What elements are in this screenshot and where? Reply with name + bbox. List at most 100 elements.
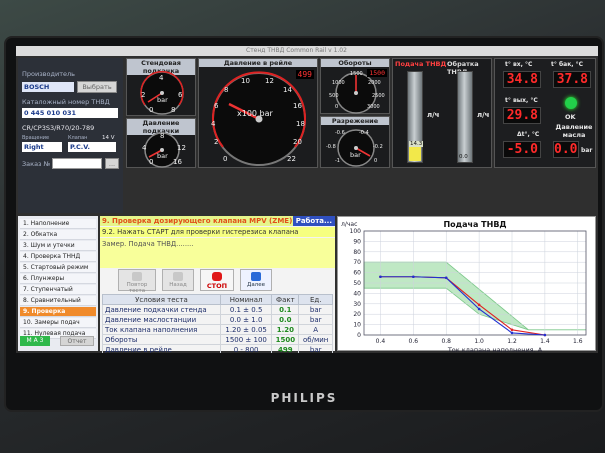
back-arrow-icon [173,272,183,281]
t-tank-label: t° бак, °C [551,61,584,68]
status-indicator: M A 3 [20,336,50,346]
rpm-gauge: Обороты 1500 0 500 1000 1500 2000 2500 3… [320,58,390,114]
series-point [510,331,514,335]
table-cell-cond: Давление маслостанции [102,314,221,325]
window-title: Стенд ТНВД Common Rail v 1.02 [16,46,598,56]
rpm-tick-500: 500 [329,93,339,99]
x-tick-label: 0.4 [376,338,386,345]
table-cell-cond: Обороты [102,334,221,345]
vacuum-tick-minus06: -0.6 [335,130,345,136]
menu-item[interactable]: 3. Шум и утечки [20,241,96,251]
catalog-label: Каталожный номер ТНВД [22,98,110,106]
feed-pressure-dial [140,71,184,115]
supply-pressure-gauge: Давление подкачки 0 4 8 12 16 bar [126,118,196,168]
flow-meters-panel: Подача ТНВД Обратка ТНВД 14.3 л/ч 0.0 л/… [392,58,492,168]
series-point [444,276,448,280]
select-manufacturer-button[interactable]: Выбрать [77,81,117,93]
rpm-readout: 1500 [367,69,387,77]
rail-tick-22: 22 [287,155,296,163]
conditions-header-cell: Условия теста [102,294,221,305]
rail-tick-12: 12 [265,77,274,85]
next-button[interactable]: Далее [240,269,272,291]
supply-flow-value: 14.3 [409,141,424,147]
vacuum-tick-minus1: -1 [335,158,340,164]
table-row: Обороты 1500 ± 100 1500 об/мин [102,334,333,345]
x-tick-label: 1.6 [573,338,583,345]
feed-tick-6: 6 [178,91,183,99]
rpm-tick-2000: 2000 [368,80,381,86]
t-out-label: t° вых, °C [505,97,538,104]
rpm-tick-2500: 2500 [372,93,385,99]
table-cell-nom: 0.1 ± 0.5 [219,304,273,315]
menu-item[interactable]: 2. Обкатка [20,230,96,240]
conditions-body: Давление подкачки стенда 0.1 ± 0.5 0.1 bar Д… [102,304,333,353]
table-cell-fact: 0.0 [271,314,300,325]
menu-item[interactable]: 4. Проверка ТННД [20,252,96,262]
table-cell-cond: Давление в рейле [102,344,221,353]
valve-type-select[interactable]: P.C.V. [68,142,116,152]
table-cell-fact: 1.20 [271,324,300,335]
rail-tick-6: 6 [214,102,219,110]
flow-chart-svg: 0 10 20 30 40 50 60 70 80 90 100 0.4 0.6 0.8 1.0 1.2 1.4… [341,220,587,352]
feed-tick-8: 8 [171,106,176,114]
stop-button[interactable]: СТОП [200,269,234,291]
x-tick-label: 0.8 [441,338,451,345]
stop-label: СТОП [206,282,228,290]
conditions-header-cell: Номинал [219,294,273,305]
rail-tick-8: 8 [224,86,229,94]
valve-voltage: 14 V [102,135,115,141]
ok-indicator-icon [565,97,577,109]
x-tick-label: 1.2 [507,338,517,345]
menu-item[interactable]: 5. Стартовый режим [20,263,96,273]
order-more-button[interactable]: ... [105,158,119,169]
rail-tick-18: 18 [296,120,305,128]
menu-item[interactable]: 8. Сравнительный [20,296,96,306]
y-tick-label: 90 [353,238,361,245]
manufacturer-value: BOSCH [22,82,74,92]
oil-pressure-unit: bar [581,147,593,154]
flow-chart: 0 10 20 30 40 50 60 70 80 90 100 0.4 0.6 0.8 1.0 1.2 1.4… [337,216,596,352]
x-tick-label: 0.6 [409,338,419,345]
table-cell-cond: Ток клапана наполнения [102,324,221,335]
test-step: 9.2. Нажать СТАРТ для проверки гистерези… [100,227,335,237]
menu-item[interactable]: 6. Плунжеры [20,274,96,284]
repeat-test-button[interactable]: Повтор теста [118,269,156,294]
rpm-tick-0: 0 [335,104,339,110]
supply-tick-4: 4 [142,144,147,152]
delta-value: -5.0 [503,141,541,158]
conditions-header-cell: Факт [271,294,300,305]
x-tick-label: 1.4 [540,338,550,345]
supply-flow-unit: л/ч [427,111,440,119]
t-tank-value: 37.8 [553,71,591,88]
menu-item[interactable]: 7. Ступенчатый [20,285,96,295]
table-cell-unit: bar [298,344,333,353]
tolerance-band [363,261,586,331]
vacuum-unit: bar [350,151,361,159]
series-point [543,333,547,337]
feed-tick-2: 2 [141,91,146,99]
supply-tick-16: 16 [173,158,182,166]
rotation-select[interactable]: Right [22,142,62,152]
report-button[interactable]: Отчет [60,336,94,346]
test-conditions-table: Условия теста Номинал Факт Ед. Давление под… [102,294,333,353]
t-in-label: t° вх, °C [505,61,533,68]
rail-tick-14: 14 [283,86,292,94]
stop-icon [212,272,222,281]
menu-item[interactable]: 9. Проверка клапана [20,307,96,325]
test-menu: 1. Наполнение 2. Обкатка 3. Шум и утечки 4.… [18,216,98,351]
table-cell-unit: bar [298,304,333,315]
menu-item[interactable]: 10. Замеры подач [20,318,96,328]
back-button[interactable]: Назад [162,269,194,291]
series-point [379,275,382,279]
table-row: Давление в рейле 0 - 800 499 bar [102,344,333,353]
vacuum-tick-0: 0 [374,158,378,164]
menu-item[interactable]: 1. Наполнение [20,219,96,229]
oil-pressure-label: Давление масла [555,123,593,139]
order-label: Заказ № [22,160,51,168]
oil-pressure-value: 0.0 [553,141,579,158]
order-number-input[interactable] [52,158,102,169]
feed-tick-0: 0 [149,106,154,114]
vacuum-gauge: Разрежение -1 -0.8 -0.6 -0.4 -0.2 0 bar [320,116,390,168]
measure-message: Замер. Подача ТНВД........ [100,238,335,268]
supply-flow-title: Подача ТНВД [395,60,447,68]
